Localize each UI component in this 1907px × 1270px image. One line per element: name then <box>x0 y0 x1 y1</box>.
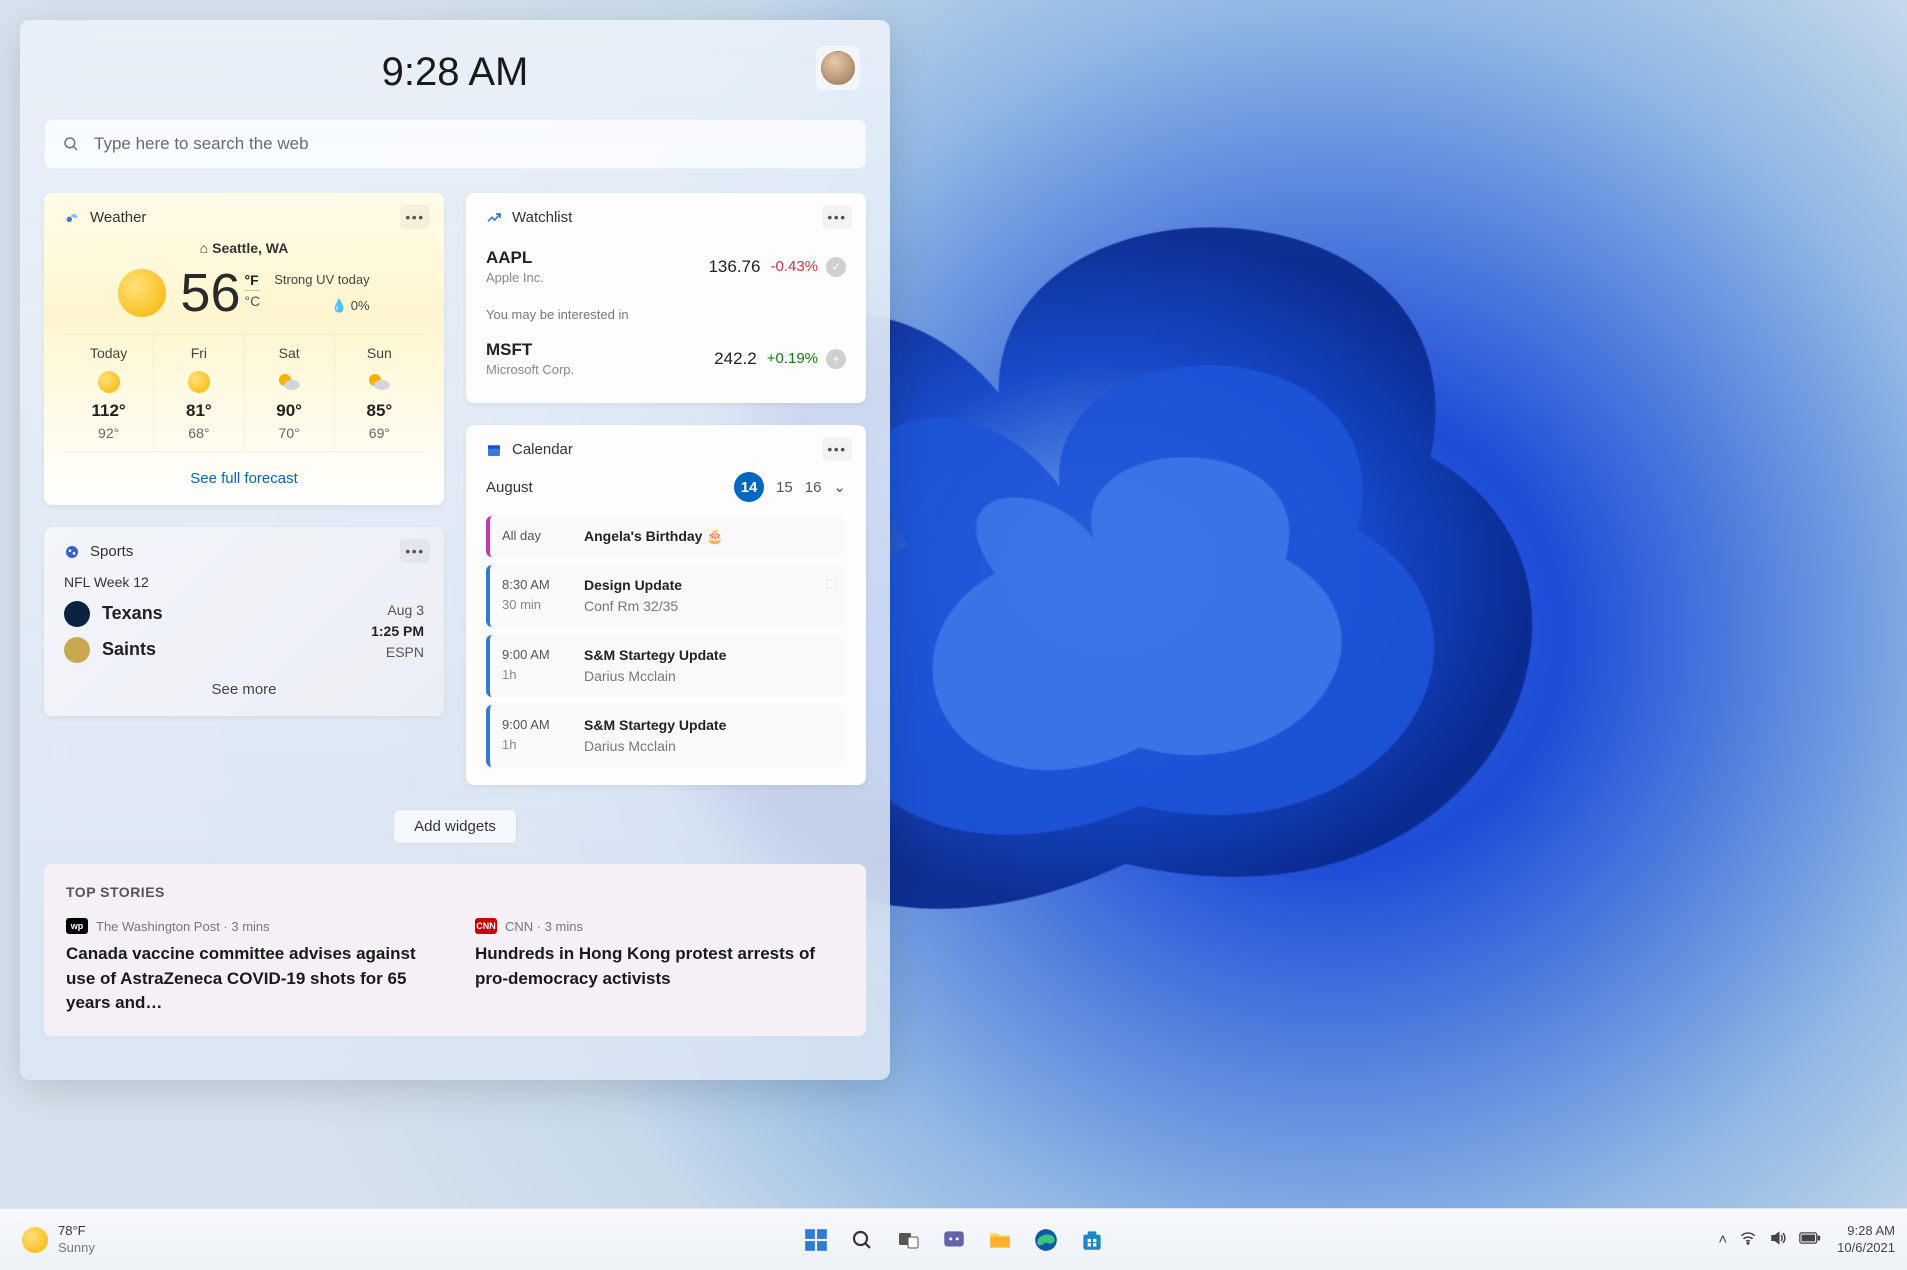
file-explorer-button[interactable] <box>982 1222 1018 1258</box>
taskbar-search-button[interactable] <box>844 1222 880 1258</box>
weather-widget[interactable]: Weather ••• ⌂Seattle, WA 56 °F °C Strong… <box>44 193 444 505</box>
calendar-event[interactable]: 9:00 AM1hS&M Startegy UpdateDarius Mccla… <box>486 635 846 697</box>
calendar-month: August <box>486 479 533 496</box>
news-story[interactable]: wpThe Washington Post · 3 minsCanada vac… <box>66 918 435 1016</box>
weather-location: ⌂Seattle, WA <box>64 240 424 256</box>
calendar-event[interactable]: 9:00 AM1hS&M Startegy UpdateDarius Mccla… <box>486 705 846 767</box>
stocks-icon <box>486 210 502 226</box>
taskbar-temp: 78°F <box>58 1223 95 1240</box>
sun-icon <box>118 269 166 317</box>
forecast-day[interactable]: Sat90°70° <box>245 335 335 451</box>
calendar-date[interactable]: 14 <box>734 472 764 502</box>
team-logo-icon <box>64 601 90 627</box>
user-avatar[interactable] <box>816 46 860 90</box>
temp-unit-toggle[interactable]: °F °C <box>244 272 260 309</box>
chevron-up-icon[interactable]: ˄ <box>1718 1231 1727 1248</box>
team-row: Saints <box>64 637 163 663</box>
forecast-day[interactable]: Fri81°68° <box>154 335 244 451</box>
widgets-panel: 9:28 AM Weather ••• ⌂Seattle, WA 56 <box>20 20 890 1080</box>
start-button[interactable] <box>798 1222 834 1258</box>
source-badge-icon: CNN <box>475 918 497 934</box>
sports-widget[interactable]: Sports ••• NFL Week 12 Texans Saints Aug … <box>44 527 444 716</box>
forecast-day[interactable]: Sun85°69° <box>335 335 424 451</box>
watchlist-widget[interactable]: Watchlist ••• AAPLApple Inc.136.76-0.43%… <box>466 193 866 403</box>
chevron-down-icon[interactable]: ⌄ <box>833 478 846 496</box>
sports-subtitle: NFL Week 12 <box>64 574 424 590</box>
team-logo-icon <box>64 637 90 663</box>
taskbar-clock[interactable]: 9:28 AM 10/6/2021 <box>1837 1223 1895 1257</box>
search-input[interactable] <box>94 134 848 154</box>
drag-handle-icon[interactable]: ⋮⋮ <box>825 575 836 591</box>
calendar-icon <box>486 442 502 458</box>
home-icon: ⌂ <box>200 240 208 256</box>
system-tray[interactable]: ˄ 9:28 AM 10/6/2021 <box>1718 1223 1895 1257</box>
panel-clock: 9:28 AM <box>44 50 866 95</box>
calendar-date[interactable]: 15 <box>776 479 793 496</box>
weather-conditions: Strong UV today 💧 0% <box>274 267 369 319</box>
panel-header: 9:28 AM <box>44 50 866 95</box>
calendar-more-button[interactable]: ••• <box>822 437 852 461</box>
sports-see-more-link[interactable]: See more <box>64 681 424 698</box>
droplet-icon: 💧 <box>331 298 347 313</box>
calendar-title: Calendar <box>512 441 573 458</box>
watchlist-row[interactable]: MSFTMicrosoft Corp.242.2+0.19%+ <box>486 332 846 385</box>
watchlist-title: Watchlist <box>512 209 572 226</box>
game-info: Aug 3 1:25 PM ESPN <box>371 600 424 663</box>
add-widgets-button[interactable]: Add widgets <box>393 809 517 844</box>
team-row: Texans <box>64 601 163 627</box>
watchlist-more-button[interactable]: ••• <box>822 205 852 229</box>
taskbar-weather[interactable]: 78°F Sunny <box>12 1217 182 1263</box>
weather-more-button[interactable]: ••• <box>400 205 430 229</box>
watchlist-note: You may be interested in <box>486 307 846 322</box>
source-badge-icon: wp <box>66 918 88 934</box>
sports-title: Sports <box>90 543 133 560</box>
calendar-event[interactable]: All dayAngela's Birthday 🎂 <box>486 516 846 557</box>
calendar-widget[interactable]: Calendar ••• August 14 15 16 ⌄ All dayAngel… <box>466 425 866 785</box>
search-bar[interactable] <box>44 119 866 169</box>
volume-icon[interactable] <box>1769 1229 1787 1251</box>
search-icon <box>62 135 80 153</box>
current-temp: 56 °F °C <box>180 262 260 324</box>
calendar-date[interactable]: 16 <box>805 479 822 496</box>
weather-icon <box>64 210 80 226</box>
calendar-date-picker[interactable]: 14 15 16 ⌄ <box>734 472 846 502</box>
battery-icon[interactable] <box>1799 1231 1821 1249</box>
sports-more-button[interactable]: ••• <box>400 539 430 563</box>
taskbar: 78°F Sunny ˄ <box>0 1208 1907 1270</box>
calendar-event[interactable]: 8:30 AM30 minDesign UpdateConf Rm 32/35⋮… <box>486 565 846 627</box>
chat-button[interactable] <box>936 1222 972 1258</box>
watchlist-row[interactable]: AAPLApple Inc.136.76-0.43%✓ <box>486 240 846 293</box>
wifi-icon[interactable] <box>1739 1229 1757 1251</box>
forecast-day[interactable]: Today112°92° <box>64 335 154 451</box>
store-button[interactable] <box>1074 1222 1110 1258</box>
edge-button[interactable] <box>1028 1222 1064 1258</box>
weather-title: Weather <box>90 209 146 226</box>
top-stories-widget[interactable]: TOP STORIES wpThe Washington Post · 3 mi… <box>44 864 866 1036</box>
task-view-button[interactable] <box>890 1222 926 1258</box>
sports-icon <box>64 544 80 560</box>
see-forecast-link[interactable]: See full forecast <box>64 470 424 487</box>
top-stories-heading: TOP STORIES <box>66 884 844 900</box>
forecast-row: Today112°92°Fri81°68°Sat90°70°Sun85°69° <box>64 334 424 452</box>
news-story[interactable]: CNNCNN · 3 minsHundreds in Hong Kong pro… <box>475 918 844 1016</box>
taskbar-center <box>798 1222 1110 1258</box>
sun-icon <box>22 1227 48 1253</box>
taskbar-cond: Sunny <box>58 1240 95 1257</box>
